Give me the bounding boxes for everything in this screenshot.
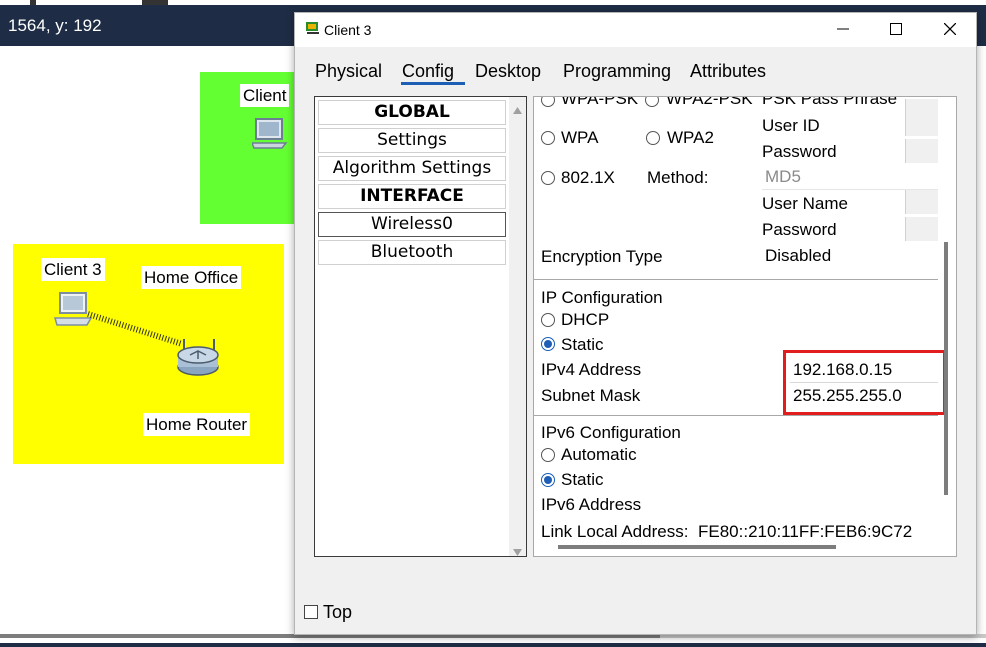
tab-config[interactable]: Config xyxy=(402,57,454,85)
home-router-label: Home Router xyxy=(143,413,251,436)
laptop-icon[interactable] xyxy=(250,117,292,156)
wpa2-label: WPA2 xyxy=(667,128,714,147)
highlight-box xyxy=(783,350,946,415)
radio-dhcp[interactable] xyxy=(541,313,555,327)
ipv4-address-label: IPv4 Address xyxy=(541,360,642,379)
user-name-label: User Name xyxy=(762,194,848,213)
nav-global-header[interactable]: GLOBAL xyxy=(318,100,506,125)
automatic-label: Automatic xyxy=(561,445,637,464)
method-select[interactable]: MD5 xyxy=(762,165,938,190)
radio-8021x[interactable] xyxy=(541,171,555,185)
app-icon xyxy=(305,20,321,41)
link-local-value: FE80::210:11FF:FEB6:9C72 xyxy=(698,522,913,541)
ipv6-address-input[interactable] xyxy=(697,492,938,516)
dhcp-label: DHCP xyxy=(561,310,610,329)
encryption-type-label: Encryption Type xyxy=(541,247,663,266)
top-checkbox-label: Top xyxy=(323,602,353,622)
nav-wireless0[interactable]: Wireless0 xyxy=(318,212,506,237)
nav-settings[interactable]: Settings xyxy=(318,128,506,153)
dot1x-label: 802.1X xyxy=(561,168,615,187)
radio-wpa2-psk[interactable] xyxy=(645,97,659,107)
client-partial-label: Client xyxy=(240,84,290,107)
password2-field[interactable] xyxy=(905,217,938,241)
nav-bluetooth[interactable]: Bluetooth xyxy=(318,240,506,265)
static-ipv6-label: Static xyxy=(561,470,604,489)
section-divider xyxy=(534,415,938,416)
router-icon[interactable] xyxy=(174,337,222,386)
nav-scrollbar[interactable] xyxy=(509,97,526,556)
radio-wpa[interactable] xyxy=(541,131,555,145)
user-id-label: User ID xyxy=(762,116,820,135)
minimize-icon[interactable] xyxy=(817,13,869,45)
wpa-psk-label: WPA-PSK xyxy=(561,96,639,108)
radio-static-ipv4[interactable] xyxy=(541,337,555,351)
tab-physical[interactable]: Physical xyxy=(315,57,382,85)
status-strip xyxy=(0,643,986,647)
ipv6-address-label: IPv6 Address xyxy=(541,495,642,514)
password-label: Password xyxy=(762,142,837,161)
client3-label: Client 3 xyxy=(41,258,105,281)
panel-vscroll-thumb[interactable] xyxy=(944,242,948,495)
wpa-label: WPA xyxy=(561,128,599,147)
encryption-type-select[interactable]: Disabled xyxy=(762,244,938,268)
subnet-mask-label: Subnet Mask xyxy=(541,386,641,405)
active-tab-indicator xyxy=(401,82,465,85)
radio-static-ipv6[interactable] xyxy=(541,473,555,487)
tab-attributes[interactable]: Attributes xyxy=(690,57,766,85)
wireless-settings-panel: WPA-PSK WPA2-PSK PSK Pass Phrase WPA WPA… xyxy=(533,96,957,557)
scroll-down-icon[interactable] xyxy=(513,543,522,561)
ipv6-config-heading: IPv6 Configuration xyxy=(541,423,681,442)
password-field[interactable] xyxy=(905,139,938,163)
dialog-titlebar[interactable]: Client 3 xyxy=(295,13,976,47)
section-divider xyxy=(534,279,938,280)
static-ipv4-label: Static xyxy=(561,335,604,354)
dialog-title: Client 3 xyxy=(324,22,372,38)
close-icon[interactable] xyxy=(924,13,976,45)
password2-label: Password xyxy=(762,220,837,239)
user-id-field[interactable] xyxy=(905,112,938,136)
user-name-field[interactable] xyxy=(905,190,938,214)
radio-wpa-psk[interactable] xyxy=(541,97,555,107)
tab-programming[interactable]: Programming xyxy=(563,57,671,85)
coordinate-readout: 1564, y: 192 xyxy=(8,16,102,35)
panel-hscroll-thumb[interactable] xyxy=(558,545,836,549)
scroll-up-icon[interactable] xyxy=(513,101,522,119)
config-nav-list: GLOBAL Settings Algorithm Settings INTER… xyxy=(314,96,527,557)
tab-desktop[interactable]: Desktop xyxy=(475,57,541,85)
radio-automatic[interactable] xyxy=(541,448,555,462)
psk-pass-phrase-label: PSK Pass Phrase xyxy=(762,96,898,108)
method-label: Method: xyxy=(647,168,709,187)
wireless-link-icon xyxy=(86,310,186,355)
link-local-label: Link Local Address: xyxy=(541,522,689,541)
client3-dialog: Client 3 Physical Config Desktop Program… xyxy=(294,12,977,635)
toolbar-strip xyxy=(0,0,986,5)
wpa2-psk-label: WPA2-PSK xyxy=(666,96,753,108)
radio-wpa2[interactable] xyxy=(646,131,660,145)
maximize-icon[interactable] xyxy=(870,13,922,45)
nav-algorithm-settings[interactable]: Algorithm Settings xyxy=(318,156,506,181)
ip-config-heading: IP Configuration xyxy=(541,288,663,307)
top-checkbox[interactable] xyxy=(304,605,318,619)
home-office-label: Home Office xyxy=(141,266,242,289)
nav-interface-header[interactable]: INTERFACE xyxy=(318,184,506,209)
